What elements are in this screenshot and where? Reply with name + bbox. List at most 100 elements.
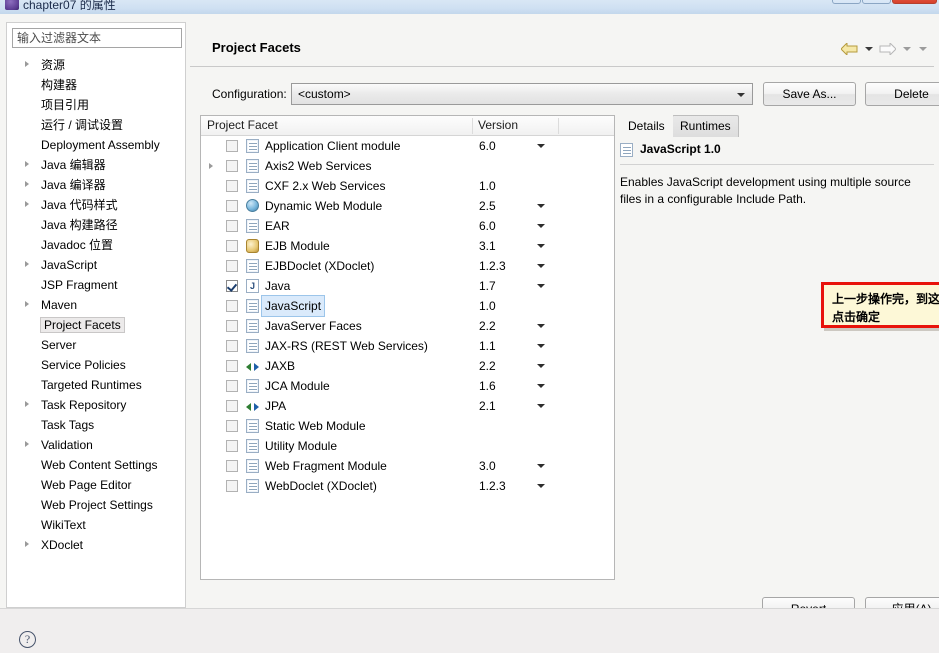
table-row[interactable]: JAX-RS (REST Web Services) 1.1	[201, 336, 614, 356]
table-row[interactable]: Utility Module	[201, 436, 614, 456]
sidebar-item-[interactable]: 运行 / 调试设置	[7, 115, 185, 135]
sidebar-item-javascript[interactable]: JavaScript	[7, 255, 185, 275]
sidebar-item-xdoclet[interactable]: XDoclet	[7, 535, 185, 555]
facet-checkbox[interactable]	[226, 380, 238, 392]
version-dropdown-icon[interactable]	[537, 464, 545, 468]
expand-arrow-icon[interactable]	[25, 201, 29, 207]
sidebar-item-java[interactable]: Java 编辑器	[7, 155, 185, 175]
table-row[interactable]: WebDoclet (XDoclet) 1.2.3	[201, 476, 614, 496]
sidebar-item-validation[interactable]: Validation	[7, 435, 185, 455]
facet-checkbox[interactable]	[226, 240, 238, 252]
back-arrow-icon[interactable]	[840, 40, 860, 58]
sidebar-item-[interactable]: 资源	[7, 55, 185, 75]
table-row[interactable]: JPA 2.1	[201, 396, 614, 416]
facet-checkbox[interactable]	[226, 220, 238, 232]
version-dropdown-icon[interactable]	[537, 244, 545, 248]
sidebar-item-web-project-settings[interactable]: Web Project Settings	[7, 495, 185, 515]
sidebar-item-maven[interactable]: Maven	[7, 295, 185, 315]
expand-arrow-icon[interactable]	[25, 61, 29, 67]
table-row[interactable]: J Java 1.7	[201, 276, 614, 296]
table-row[interactable]: CXF 2.x Web Services 1.0	[201, 176, 614, 196]
help-icon[interactable]: ?	[19, 631, 36, 648]
sidebar-item-javadoc[interactable]: Javadoc 位置	[7, 235, 185, 255]
expand-arrow-icon[interactable]	[25, 541, 29, 547]
sidebar-item-[interactable]: 构建器	[7, 75, 185, 95]
configuration-select[interactable]: <custom>	[291, 83, 753, 105]
tab-details[interactable]: Details	[620, 115, 673, 137]
facet-checkbox[interactable]	[226, 460, 238, 472]
sidebar-item-java[interactable]: Java 代码样式	[7, 195, 185, 215]
table-row[interactable]: JavaServer Faces 2.2	[201, 316, 614, 336]
sidebar-item-server[interactable]: Server	[7, 335, 185, 355]
facet-version: 1.0	[479, 179, 496, 193]
table-row[interactable]: EAR 6.0	[201, 216, 614, 236]
overflow-dropdown-icon[interactable]	[919, 47, 927, 51]
facet-checkbox[interactable]	[226, 400, 238, 412]
column-header-version[interactable]: Version	[478, 118, 518, 132]
column-header-facet[interactable]: Project Facet	[207, 118, 278, 132]
sidebar-item-targeted-runtimes[interactable]: Targeted Runtimes	[7, 375, 185, 395]
facet-checkbox[interactable]	[226, 260, 238, 272]
delete-button[interactable]: Delete	[865, 82, 939, 106]
table-row[interactable]: Dynamic Web Module 2.5	[201, 196, 614, 216]
facet-checkbox[interactable]	[226, 320, 238, 332]
table-row[interactable]: Axis2 Web Services	[201, 156, 614, 176]
facet-checkbox[interactable]	[226, 280, 238, 292]
sidebar-item-[interactable]: 项目引用	[7, 95, 185, 115]
sidebar-item-wikitext[interactable]: WikiText	[7, 515, 185, 535]
expand-arrow-icon[interactable]	[25, 441, 29, 447]
filter-input[interactable]: 输入过滤器文本	[12, 28, 182, 48]
expand-arrow-icon[interactable]	[25, 161, 29, 167]
table-row[interactable]: EJBDoclet (XDoclet) 1.2.3	[201, 256, 614, 276]
back-dropdown-icon[interactable]	[865, 47, 873, 51]
expand-arrow-icon[interactable]	[25, 401, 29, 407]
table-row[interactable]: Web Fragment Module 3.0	[201, 456, 614, 476]
version-dropdown-icon[interactable]	[537, 344, 545, 348]
expand-arrow-icon[interactable]	[25, 301, 29, 307]
table-row[interactable]: JCA Module 1.6	[201, 376, 614, 396]
version-dropdown-icon[interactable]	[537, 144, 545, 148]
version-dropdown-icon[interactable]	[537, 264, 545, 268]
facet-checkbox[interactable]	[226, 420, 238, 432]
version-dropdown-icon[interactable]	[537, 224, 545, 228]
facet-checkbox[interactable]	[226, 180, 238, 192]
sidebar-item-project-facets[interactable]: Project Facets	[7, 315, 185, 335]
maximize-button[interactable]	[862, 0, 891, 4]
expand-arrow-icon[interactable]	[209, 163, 213, 169]
save-as-button[interactable]: Save As...	[763, 82, 856, 106]
facet-checkbox[interactable]	[226, 360, 238, 372]
sidebar-item-task-tags[interactable]: Task Tags	[7, 415, 185, 435]
version-dropdown-icon[interactable]	[537, 284, 545, 288]
facet-checkbox[interactable]	[226, 300, 238, 312]
facet-checkbox[interactable]	[226, 140, 238, 152]
sidebar-item-jsp-fragment[interactable]: JSP Fragment	[7, 275, 185, 295]
minimize-button[interactable]	[832, 0, 861, 4]
version-dropdown-icon[interactable]	[537, 204, 545, 208]
tab-runtimes[interactable]: Runtimes	[672, 115, 739, 137]
table-row[interactable]: JavaScript 1.0	[201, 295, 614, 317]
facet-checkbox[interactable]	[226, 480, 238, 492]
version-dropdown-icon[interactable]	[537, 384, 545, 388]
sidebar-item-service-policies[interactable]: Service Policies	[7, 355, 185, 375]
expand-arrow-icon[interactable]	[25, 261, 29, 267]
close-button[interactable]	[892, 0, 937, 4]
facet-checkbox[interactable]	[226, 160, 238, 172]
sidebar-item-web-content-settings[interactable]: Web Content Settings	[7, 455, 185, 475]
sidebar-item-deployment-assembly[interactable]: Deployment Assembly	[7, 135, 185, 155]
facet-checkbox[interactable]	[226, 200, 238, 212]
sidebar-item-web-page-editor[interactable]: Web Page Editor	[7, 475, 185, 495]
sidebar-item-java[interactable]: Java 构建路径	[7, 215, 185, 235]
table-row[interactable]: Static Web Module	[201, 416, 614, 436]
version-dropdown-icon[interactable]	[537, 484, 545, 488]
facet-checkbox[interactable]	[226, 440, 238, 452]
version-dropdown-icon[interactable]	[537, 404, 545, 408]
table-row[interactable]: Application Client module 6.0	[201, 136, 614, 156]
version-dropdown-icon[interactable]	[537, 364, 545, 368]
table-row[interactable]: JAXB 2.2	[201, 356, 614, 376]
version-dropdown-icon[interactable]	[537, 324, 545, 328]
expand-arrow-icon[interactable]	[25, 181, 29, 187]
sidebar-item-task-repository[interactable]: Task Repository	[7, 395, 185, 415]
sidebar-item-java[interactable]: Java 编译器	[7, 175, 185, 195]
facet-checkbox[interactable]	[226, 340, 238, 352]
table-row[interactable]: EJB Module 3.1	[201, 236, 614, 256]
